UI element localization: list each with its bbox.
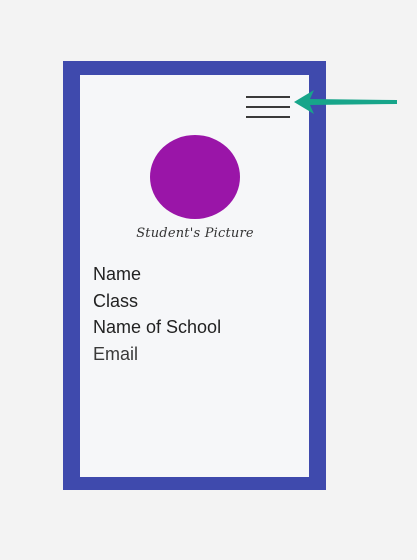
menu-bar-middle (246, 106, 290, 108)
field-email: Email (93, 343, 139, 364)
student-picture-avatar (150, 135, 240, 219)
student-id-card: Student's Picture Name Class Name of Sch… (63, 61, 326, 490)
hamburger-menu-icon[interactable] (246, 95, 290, 121)
field-class: Class (93, 290, 139, 311)
student-info: Name Class Name of School Email (93, 261, 221, 367)
card-body: Student's Picture Name Class Name of Sch… (80, 75, 309, 477)
menu-bar-top (246, 96, 290, 98)
student-picture-caption: Student's Picture (136, 226, 254, 241)
arrow-shape (294, 90, 397, 114)
menu-bar-bottom (246, 116, 290, 118)
field-name: Name (93, 264, 142, 284)
pointer-arrow-icon (294, 90, 397, 114)
field-school: Name of School (93, 317, 222, 337)
